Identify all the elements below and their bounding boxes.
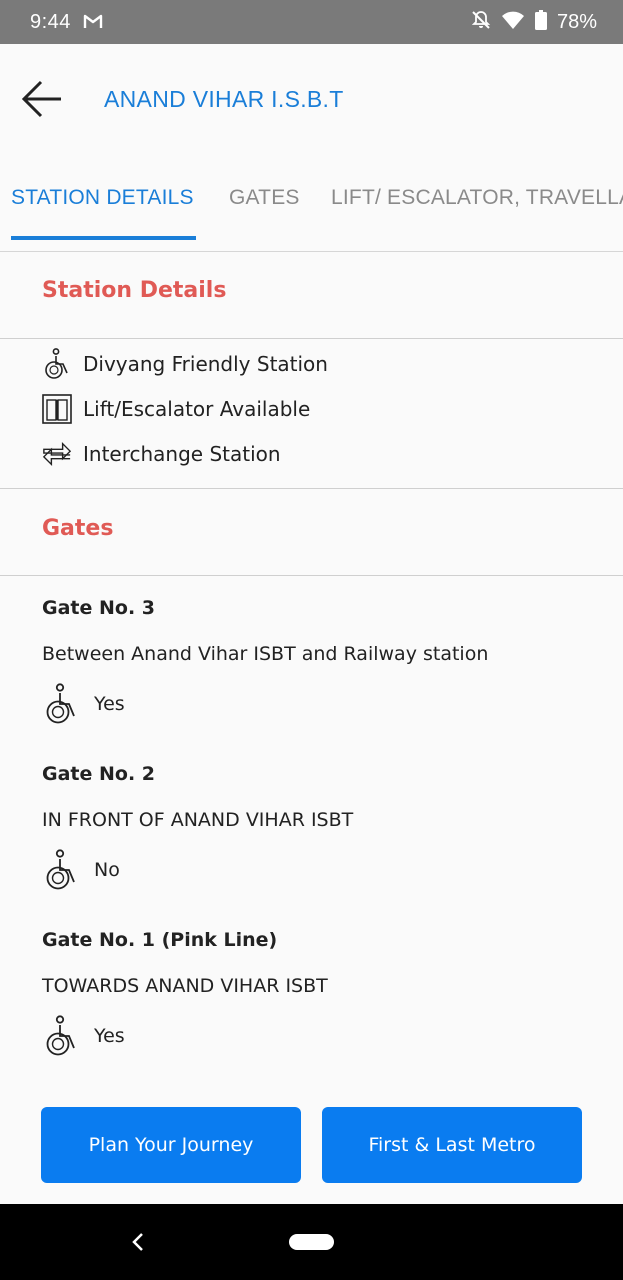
station-details-heading: Station Details bbox=[42, 278, 227, 303]
status-bar: 9:44 78% bbox=[0, 0, 623, 44]
gate-title: Gate No. 2 bbox=[42, 763, 156, 785]
gates-header: Gates bbox=[0, 488, 623, 576]
battery-icon bbox=[534, 9, 547, 35]
nav-back-icon[interactable] bbox=[128, 1228, 148, 1256]
gate-accessibility: No bbox=[42, 849, 120, 891]
battery-level: 78% bbox=[556, 10, 597, 33]
tab-bar: STATION DETAILS GATES LIFT/ ESCALATOR, T… bbox=[0, 166, 623, 252]
gate-description: IN FRONT OF ANAND VIHAR ISBT bbox=[42, 809, 354, 831]
first-last-metro-button[interactable]: First & Last Metro bbox=[322, 1107, 582, 1183]
station-details-header: Station Details bbox=[0, 252, 623, 339]
wifi-icon bbox=[501, 10, 525, 35]
feature-divyang: Divyang Friendly Station bbox=[42, 348, 328, 379]
gate-title: Gate No. 1 (Pink Line) bbox=[42, 929, 278, 951]
gate-accessibility: Yes bbox=[42, 683, 125, 725]
tab-gates[interactable]: GATES bbox=[229, 186, 300, 210]
feature-interchange: Interchange Station bbox=[42, 439, 281, 469]
gate-description: TOWARDS ANAND VIHAR ISBT bbox=[42, 975, 328, 997]
wheelchair-icon bbox=[46, 1015, 75, 1056]
wheelchair-icon bbox=[46, 849, 75, 890]
gate-accessibility: Yes bbox=[42, 1015, 125, 1057]
gmail-icon bbox=[83, 10, 103, 34]
page-title: ANAND VIHAR I.S.B.T bbox=[104, 85, 344, 112]
gate-description: Between Anand Vihar ISBT and Railway sta… bbox=[42, 643, 489, 665]
tab-lift-escalator[interactable]: LIFT/ ESCALATOR, TRAVELLATOR bbox=[331, 186, 623, 210]
gates-heading: Gates bbox=[42, 516, 114, 541]
feature-label: Interchange Station bbox=[83, 442, 281, 466]
interchange-icon bbox=[42, 439, 72, 469]
active-tab-indicator bbox=[11, 236, 196, 240]
feature-label: Lift/Escalator Available bbox=[83, 397, 311, 421]
system-nav-bar bbox=[0, 1204, 623, 1280]
feature-lift: Lift/Escalator Available bbox=[42, 394, 310, 424]
status-time: 9:44 bbox=[30, 10, 71, 33]
wheelchair-icon bbox=[42, 348, 72, 379]
gate-access-value: Yes bbox=[94, 693, 125, 715]
gate-access-value: No bbox=[94, 859, 120, 881]
arrow-left-icon bbox=[21, 80, 61, 118]
gate-access-value: Yes bbox=[94, 1025, 125, 1047]
bell-off-icon bbox=[471, 10, 491, 35]
plan-journey-button[interactable]: Plan Your Journey bbox=[41, 1107, 301, 1183]
feature-label: Divyang Friendly Station bbox=[83, 352, 328, 376]
tab-station-details[interactable]: STATION DETAILS bbox=[11, 186, 194, 210]
app-bar: ANAND VIHAR I.S.B.T bbox=[0, 44, 623, 154]
back-button[interactable] bbox=[20, 77, 64, 121]
status-right: 78% bbox=[471, 9, 597, 35]
gate-title: Gate No. 3 bbox=[42, 597, 156, 619]
lift-icon bbox=[42, 394, 72, 424]
nav-home-pill[interactable] bbox=[289, 1234, 334, 1250]
wheelchair-icon bbox=[46, 683, 75, 724]
